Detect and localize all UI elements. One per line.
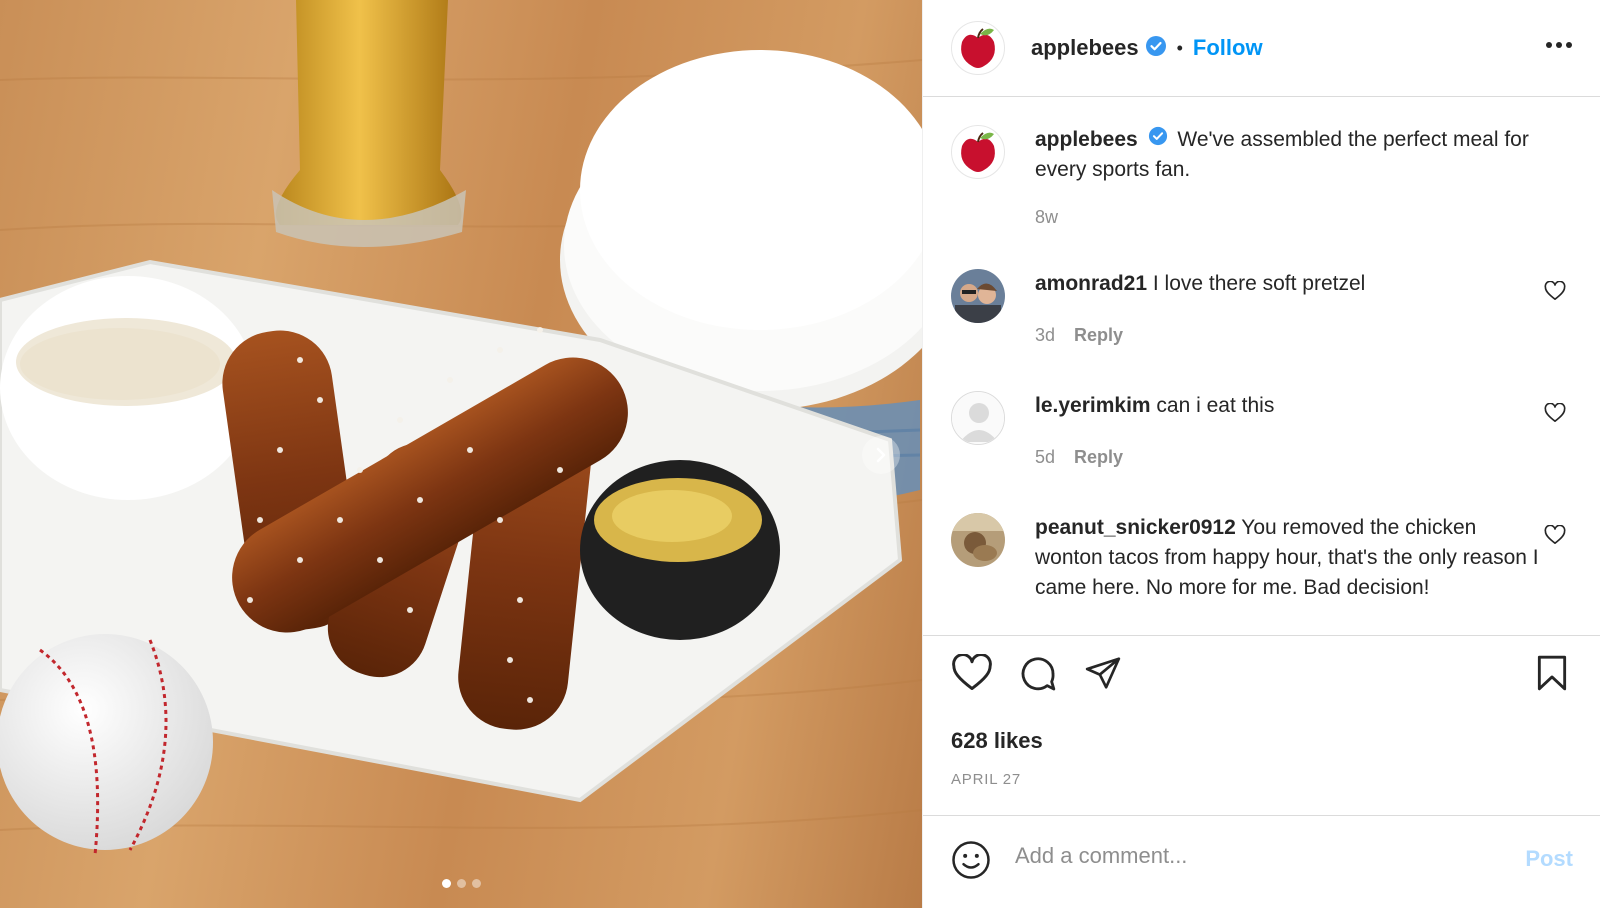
- comment-text: peanut_snicker0912 You removed the chick…: [1035, 513, 1545, 603]
- default-profile-icon: [952, 392, 1004, 444]
- carousel-next-button[interactable]: [862, 436, 900, 474]
- heart-icon: [1544, 280, 1566, 300]
- reply-button[interactable]: Reply: [1074, 447, 1123, 467]
- comment-meta: 3d Reply: [1035, 325, 1123, 346]
- post-comment-button[interactable]: Post: [1525, 846, 1573, 872]
- header-separator: •: [1176, 37, 1183, 58]
- comment-input[interactable]: [1015, 836, 1495, 876]
- heart-icon: [1544, 524, 1566, 544]
- verified-badge-icon: [1145, 35, 1167, 62]
- comment-meta: 5d Reply: [1035, 447, 1123, 468]
- pretzel-photo-illustration: [0, 0, 922, 856]
- comment-like-button[interactable]: [1544, 280, 1566, 306]
- caption-username[interactable]: applebees: [1035, 128, 1138, 151]
- comment-username[interactable]: amonrad21: [1035, 272, 1147, 295]
- like-button[interactable]: [951, 653, 993, 697]
- carousel-indicator: [0, 879, 922, 888]
- comment-body: I love there soft pretzel: [1152, 272, 1366, 295]
- comment-username[interactable]: peanut_snicker0912: [1035, 516, 1236, 539]
- chevron-right-icon: [876, 447, 886, 463]
- header-username[interactable]: applebees: [1031, 35, 1139, 61]
- carousel-dot: [471, 879, 481, 888]
- post-header: applebees • Follow: [923, 0, 1600, 97]
- instagram-post-view: applebees • Follow applebees We've assem…: [0, 0, 1600, 908]
- heart-icon: [1544, 402, 1566, 422]
- send-icon: [1085, 657, 1121, 689]
- avatar[interactable]: [951, 21, 1005, 75]
- post-image[interactable]: [0, 0, 922, 908]
- caption-timestamp: 8w: [1035, 207, 1059, 227]
- save-button[interactable]: [1535, 654, 1569, 697]
- comment-body: can i eat this: [1156, 394, 1275, 417]
- avatar[interactable]: [951, 269, 1005, 323]
- more-horizontal-icon: [1546, 42, 1572, 48]
- carousel-dot-active: [441, 879, 451, 888]
- carousel-dot: [456, 879, 466, 888]
- comment-text: le.yerimkim can i eat this: [1035, 391, 1545, 421]
- avatar[interactable]: [951, 513, 1005, 567]
- follow-button[interactable]: Follow: [1193, 35, 1263, 61]
- share-button[interactable]: [1083, 654, 1123, 697]
- comment-like-button[interactable]: [1544, 524, 1566, 550]
- comment-username[interactable]: le.yerimkim: [1035, 394, 1151, 417]
- bookmark-icon: [1537, 655, 1567, 691]
- post-actions: 628 likes APRIL 27: [923, 635, 1600, 815]
- comment-button[interactable]: [1017, 654, 1059, 699]
- applebees-logo-icon: [961, 28, 995, 68]
- heart-icon: [952, 653, 992, 691]
- likes-count[interactable]: 628 likes: [951, 728, 1043, 754]
- comments-list[interactable]: applebees We've assembled the perfect me…: [923, 97, 1600, 635]
- emoji-button[interactable]: [951, 840, 991, 885]
- reply-button[interactable]: Reply: [1074, 325, 1123, 345]
- comment-icon: [1021, 657, 1056, 691]
- avatar[interactable]: [951, 391, 1005, 445]
- more-options-button[interactable]: [1545, 36, 1573, 54]
- caption-text: applebees We've assembled the perfect me…: [1035, 125, 1545, 185]
- post-details-panel: applebees • Follow applebees We've assem…: [922, 0, 1600, 908]
- comment-timestamp: 3d: [1035, 325, 1056, 345]
- add-comment-bar: Post: [923, 815, 1600, 908]
- post-date[interactable]: APRIL 27: [951, 771, 1021, 788]
- applebees-logo-icon: [961, 132, 995, 172]
- comment-timestamp: 5d: [1035, 447, 1056, 467]
- comment-like-button[interactable]: [1544, 402, 1566, 428]
- avatar[interactable]: [951, 125, 1005, 179]
- emoji-smile-icon: [952, 841, 990, 879]
- comment-text: amonrad21 I love there soft pretzel: [1035, 269, 1545, 299]
- verified-badge-icon: [1148, 125, 1168, 155]
